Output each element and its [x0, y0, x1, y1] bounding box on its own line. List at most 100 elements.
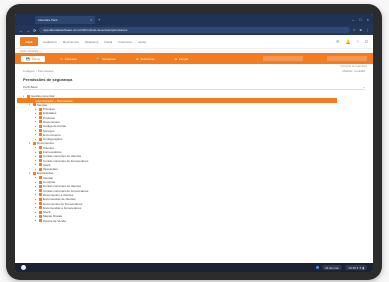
- permission-checkbox[interactable]: [38, 189, 42, 193]
- chevron-right-icon[interactable]: ▸: [35, 181, 37, 184]
- permission-checkbox[interactable]: [38, 124, 42, 128]
- permission-checkbox[interactable]: [32, 171, 36, 175]
- save-button[interactable]: 💾 Salvar: [21, 55, 46, 62]
- permission-checkbox[interactable]: [38, 137, 42, 141]
- chevron-right-icon[interactable]: ▸: [35, 138, 37, 141]
- permission-checkbox[interactable]: [38, 111, 42, 115]
- permission-checkbox[interactable]: [38, 150, 42, 154]
- permission-checkbox[interactable]: [38, 159, 42, 163]
- permission-checkbox[interactable]: [38, 184, 42, 188]
- permission-checkbox[interactable]: [38, 193, 42, 197]
- permission-checkbox[interactable]: [38, 206, 42, 210]
- help-icon[interactable]: ?: [357, 39, 359, 44]
- clear-button[interactable]: ⊟ Limpar: [170, 56, 194, 62]
- permission-checkbox[interactable]: [38, 197, 42, 201]
- account-icon[interactable]: [316, 266, 320, 269]
- search-button[interactable]: 🔍 Pesquisar: [92, 56, 121, 62]
- forward-icon[interactable]: →: [26, 28, 30, 33]
- permission-checkbox[interactable]: [38, 167, 42, 171]
- select-all-button[interactable]: ⊞ Selecionar: [131, 56, 160, 62]
- extension-icon[interactable]: ⊕: [359, 28, 362, 32]
- clear-label: Limpar: [179, 56, 189, 61]
- back-icon[interactable]: ←: [19, 28, 23, 33]
- perfil-option-selected[interactable]: Administrador – Permissões: [17, 98, 337, 103]
- permission-checkbox[interactable]: [38, 202, 42, 206]
- chevron-down-icon[interactable]: ⌄: [362, 85, 365, 89]
- logout-icon[interactable]: ⏻: [365, 39, 368, 44]
- chevron-right-icon[interactable]: ▸: [35, 202, 37, 205]
- system-tray[interactable]: 24 de mar. 10:15 ▾ ✦ ▮: [316, 265, 367, 270]
- menu-item-fiscal[interactable]: Fiscal: [104, 40, 112, 44]
- launcher-icon[interactable]: [21, 265, 26, 270]
- permission-checkbox[interactable]: [38, 107, 42, 111]
- permission-checkbox[interactable]: [38, 133, 42, 137]
- chevron-right-icon[interactable]: ▸: [35, 189, 37, 192]
- chevron-right-icon[interactable]: ▸: [35, 206, 37, 209]
- window-close-icon[interactable]: ×: [367, 17, 369, 22]
- url-field[interactable]: app.alterdatasoftware.com.br/#/controle-…: [39, 27, 350, 33]
- chevron-right-icon[interactable]: ▸: [35, 116, 37, 119]
- chevron-right-icon[interactable]: ▸: [35, 120, 37, 123]
- menu-item-movimentos[interactable]: Movimentos: [63, 40, 79, 44]
- chevron-down-icon[interactable]: ▾: [29, 172, 31, 175]
- cancel-button[interactable]: ✕ Cancelar: [55, 56, 82, 62]
- browser-tab[interactable]: Alterdata Pack ×: [35, 15, 95, 24]
- permission-checkbox[interactable]: [38, 214, 42, 218]
- permission-checkbox[interactable]: [32, 141, 36, 145]
- chevron-right-icon[interactable]: ▸: [35, 108, 37, 111]
- bookmark-icon[interactable]: ☆: [353, 28, 356, 32]
- minimize-icon[interactable]: –: [352, 17, 354, 22]
- toolbar-field-1[interactable]: [263, 56, 303, 61]
- permission-checkbox[interactable]: [32, 103, 36, 107]
- app-header: Pack Cadastros Movimentos Relatórios Fis…: [15, 35, 373, 49]
- reload-icon[interactable]: ⟳: [33, 28, 36, 33]
- chevron-right-icon[interactable]: ▸: [35, 125, 37, 128]
- permission-checkbox[interactable]: [38, 163, 42, 167]
- permission-checkbox[interactable]: [38, 120, 42, 124]
- chevron-right-icon[interactable]: ▸: [35, 198, 37, 201]
- tree-node[interactable]: ▸ Pontos de Venda: [23, 219, 373, 223]
- chevron-right-icon[interactable]: ▸: [35, 168, 37, 171]
- chevron-right-icon[interactable]: ▸: [35, 219, 37, 222]
- new-tab-icon[interactable]: +: [98, 17, 100, 22]
- permission-checkbox[interactable]: [38, 219, 42, 223]
- chevron-right-icon[interactable]: ▸: [35, 133, 37, 136]
- toolbar-field-2[interactable]: [327, 56, 367, 61]
- permission-checkbox[interactable]: [38, 116, 42, 120]
- menu-item-ajuda[interactable]: Ajuda: [138, 40, 146, 44]
- settings-icon[interactable]: ⚙: [336, 39, 340, 44]
- chevron-right-icon[interactable]: ▸: [35, 215, 37, 218]
- chevron-right-icon[interactable]: ▸: [35, 176, 37, 179]
- menu-item-relatorios[interactable]: Relatórios: [85, 40, 99, 44]
- app-logo[interactable]: Pack: [20, 37, 38, 46]
- chevron-right-icon[interactable]: ▸: [35, 211, 37, 214]
- tablet-frame: Alterdata Pack × + – □ × ← → ⟳ app.alter…: [6, 4, 382, 280]
- menu-item-financeiro[interactable]: Financeiro: [118, 40, 132, 44]
- permission-checkbox[interactable]: [38, 210, 42, 214]
- chevron-right-icon[interactable]: ▸: [35, 112, 37, 115]
- chevron-right-icon[interactable]: ▸: [35, 159, 37, 162]
- maximize-icon[interactable]: □: [359, 17, 361, 22]
- close-icon[interactable]: ×: [90, 18, 92, 22]
- permission-checkbox[interactable]: [38, 154, 42, 158]
- permission-checkbox[interactable]: [38, 146, 42, 150]
- chevron-right-icon[interactable]: ▸: [35, 185, 37, 188]
- notification-icon[interactable]: 🔔: [346, 39, 351, 44]
- page-title: Permissões de segurança: [23, 77, 73, 82]
- more-icon[interactable]: ⋮: [366, 28, 369, 32]
- chevron-right-icon[interactable]: ▸: [35, 151, 37, 154]
- chevron-right-icon[interactable]: ▸: [35, 163, 37, 166]
- chevron-right-icon[interactable]: ▸: [35, 155, 37, 158]
- permission-checkbox[interactable]: [38, 176, 42, 180]
- chevron-right-icon[interactable]: ▸: [35, 146, 37, 149]
- chevron-right-icon[interactable]: ▸: [35, 193, 37, 196]
- menu-item-cadastros[interactable]: Cadastros: [43, 40, 57, 44]
- chevron-down-icon[interactable]: ▾: [29, 103, 31, 106]
- chevron-down-icon[interactable]: ▾: [29, 142, 31, 145]
- breadcrumb-left[interactable]: Listagem › Permissões: [23, 69, 54, 73]
- clock-status[interactable]: 10:15 ▾ ✦ ▮: [345, 265, 367, 270]
- date-label: 24 de mar.: [322, 265, 343, 270]
- permission-checkbox[interactable]: [38, 129, 42, 133]
- chevron-right-icon[interactable]: ▸: [35, 129, 37, 132]
- permission-checkbox[interactable]: [38, 180, 42, 184]
